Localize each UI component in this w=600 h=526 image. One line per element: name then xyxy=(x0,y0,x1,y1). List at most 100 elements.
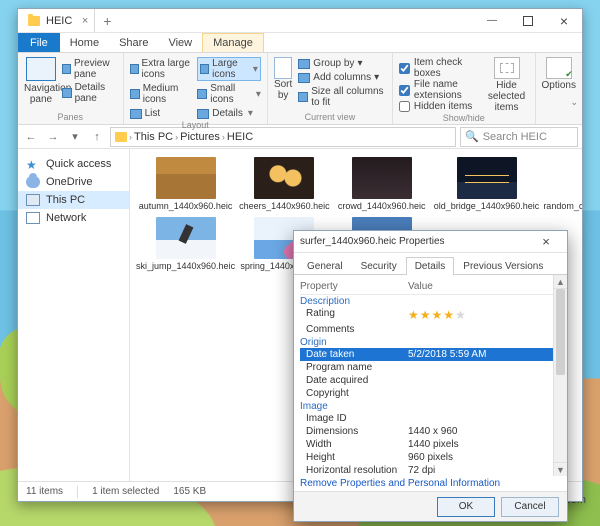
prop-date-taken[interactable]: Date taken5/2/2018 5:59 AM xyxy=(300,348,561,361)
size-columns-icon xyxy=(298,92,308,102)
prop-width[interactable]: Width1440 pixels xyxy=(300,438,561,451)
breadcrumb-item[interactable]: This PC xyxy=(134,131,173,143)
tab-view[interactable]: View xyxy=(158,33,202,52)
tab-security[interactable]: Security xyxy=(352,257,406,275)
hide-selected-button[interactable]: Hide selected items xyxy=(485,57,529,113)
new-tab-button[interactable]: + xyxy=(95,9,119,32)
add-columns-button[interactable]: Add columns▾ xyxy=(298,71,386,84)
scroll-thumb[interactable] xyxy=(556,289,565,375)
layout-medium[interactable]: Medium icons xyxy=(130,82,194,106)
file-name: ski_jump_1440x960.heic xyxy=(136,262,235,271)
preview-pane-button[interactable]: Preview pane xyxy=(62,57,117,81)
file-name: old_bridge_1440x960.heic xyxy=(434,202,540,211)
breadcrumb-item[interactable]: HEIC xyxy=(227,131,253,143)
nav-up-button[interactable]: ↑ xyxy=(88,128,106,146)
window-minimize-button[interactable]: — xyxy=(474,9,510,32)
file-item[interactable]: autumn_1440x960.heic xyxy=(136,157,235,211)
options-icon xyxy=(546,57,572,79)
rating-stars[interactable]: ★★★★★ xyxy=(408,308,561,322)
sidebar-item-this-pc[interactable]: This PC xyxy=(18,191,129,209)
tab-details[interactable]: Details xyxy=(406,257,455,275)
tab-file[interactable]: File xyxy=(18,33,60,52)
file-name: random_collection_1440x960.heic xyxy=(543,202,582,211)
layout-icon xyxy=(130,89,140,99)
cancel-button[interactable]: Cancel xyxy=(501,497,559,517)
nav-history-button[interactable]: ▾ xyxy=(66,128,84,146)
file-item[interactable]: ski_jump_1440x960.heic xyxy=(136,217,235,271)
file-thumbnail xyxy=(254,157,314,199)
network-icon xyxy=(26,212,40,224)
status-item-count: 11 items xyxy=(26,486,63,497)
file-name: crowd_1440x960.heic xyxy=(334,202,430,211)
remove-properties-link[interactable]: Remove Properties and Personal Informati… xyxy=(294,476,567,491)
prop-rating[interactable]: Rating★★★★★ xyxy=(300,307,561,323)
file-extensions-toggle[interactable]: File name extensions xyxy=(399,79,479,101)
options-button[interactable]: Options xyxy=(542,57,576,91)
details-scrollbar[interactable]: ▲▼ xyxy=(553,275,567,476)
chevron-down-icon: ▾ xyxy=(256,89,261,100)
dialog-titlebar[interactable]: surfer_1440x960.heic Properties × xyxy=(294,231,567,253)
layout-icon xyxy=(130,109,142,119)
ribbon-collapse-icon[interactable]: ⌄ xyxy=(570,97,578,108)
tab-previous-versions[interactable]: Previous Versions xyxy=(454,257,552,275)
nav-back-button[interactable]: ← xyxy=(22,128,40,146)
sidebar-item-network[interactable]: Network xyxy=(18,209,129,227)
file-item[interactable]: old_bridge_1440x960.heic xyxy=(434,157,540,211)
prop-date-acquired[interactable]: Date acquired xyxy=(300,374,561,387)
sort-icon xyxy=(274,57,292,79)
nav-forward-button[interactable]: → xyxy=(44,128,62,146)
dialog-buttons: OK Cancel xyxy=(294,491,567,521)
file-name: cheers_1440x960.heic xyxy=(239,202,330,211)
prop-hres[interactable]: Horizontal resolution72 dpi xyxy=(300,464,561,476)
window-maximize-button[interactable] xyxy=(510,9,546,32)
window-close-button[interactable]: × xyxy=(546,9,582,32)
prop-program-name[interactable]: Program name xyxy=(300,361,561,374)
tab-manage[interactable]: Manage xyxy=(202,33,264,52)
file-item[interactable]: cheers_1440x960.heic xyxy=(239,157,330,211)
group-by-icon xyxy=(298,59,310,69)
hidden-items-toggle[interactable]: Hidden items xyxy=(399,101,479,112)
group-image: Image xyxy=(300,400,561,412)
file-item[interactable]: crowd_1440x960.heic xyxy=(334,157,430,211)
layout-list[interactable]: List xyxy=(130,107,194,120)
details-pane-button[interactable]: Details pane xyxy=(62,81,117,105)
hide-icon xyxy=(494,57,520,79)
status-size: 165 KB xyxy=(173,486,206,497)
prop-comments[interactable]: Comments xyxy=(300,323,561,336)
dialog-close-button[interactable]: × xyxy=(531,234,561,249)
layout-icon xyxy=(197,89,207,99)
window-titlebar[interactable]: HEIC × + — × xyxy=(18,9,582,33)
sort-by-button[interactable]: Sort by xyxy=(274,57,292,109)
status-selection: 1 item selected xyxy=(92,486,159,497)
ok-button[interactable]: OK xyxy=(437,497,495,517)
search-input[interactable]: 🔍 Search HEIC xyxy=(460,127,578,147)
group-by-button[interactable]: Group by▾ xyxy=(298,57,386,70)
tab-share[interactable]: Share xyxy=(109,33,158,52)
sidebar-item-quick-access[interactable]: ★Quick access xyxy=(18,155,129,173)
layout-large[interactable]: Large icons▾ xyxy=(197,57,261,81)
file-item[interactable]: random_collection_1440x960.heic xyxy=(543,157,582,211)
layout-small[interactable]: Small icons▾ xyxy=(197,82,261,106)
file-thumbnail xyxy=(156,157,216,199)
file-name: autumn_1440x960.heic xyxy=(136,202,235,211)
search-icon: 🔍 xyxy=(465,130,479,143)
sidebar-item-onedrive[interactable]: OneDrive xyxy=(18,173,129,191)
dialog-title: surfer_1440x960.heic Properties xyxy=(300,236,445,247)
breadcrumb-item[interactable]: Pictures xyxy=(180,131,220,143)
layout-extra-large[interactable]: Extra large icons xyxy=(130,57,194,81)
star-icon: ★ xyxy=(26,158,40,170)
window-tab[interactable]: HEIC × xyxy=(18,9,95,32)
size-all-columns-button[interactable]: Size all columns to fit xyxy=(298,85,386,109)
prop-dimensions[interactable]: Dimensions1440 x 960 xyxy=(300,425,561,438)
tab-home[interactable]: Home xyxy=(60,33,109,52)
prop-copyright[interactable]: Copyright xyxy=(300,387,561,400)
item-checkboxes-toggle[interactable]: Item check boxes xyxy=(399,57,479,79)
scroll-up-icon[interactable]: ▲ xyxy=(554,275,567,289)
tab-close-icon[interactable]: × xyxy=(82,15,88,27)
prop-image-id[interactable]: Image ID xyxy=(300,412,561,425)
navigation-pane-button[interactable]: Navigation pane xyxy=(24,57,58,105)
prop-height[interactable]: Height960 pixels xyxy=(300,451,561,464)
layout-details[interactable]: Details▾ xyxy=(197,107,261,120)
tab-general[interactable]: General xyxy=(298,257,352,275)
scroll-down-icon[interactable]: ▼ xyxy=(554,462,567,476)
